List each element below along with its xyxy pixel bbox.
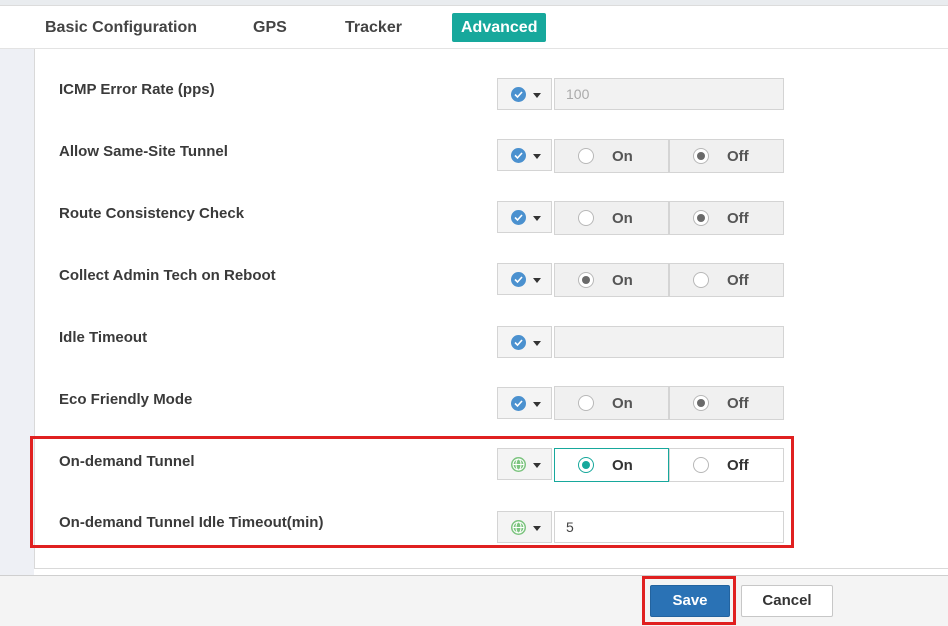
radio-label: Off [727,210,749,227]
on-demand-idle-timeout-field[interactable]: 5 [554,511,784,543]
on-demand-idle-timeout-label: On-demand Tunnel Idle Timeout(min) [59,514,324,531]
on-demand-tunnel-label: On-demand Tunnel [59,453,195,470]
check-circle-icon [511,272,526,287]
tab-tracker[interactable]: Tracker [336,13,411,42]
globe-icon [511,520,526,535]
admin-tech-on-radio[interactable]: On [554,263,669,297]
radio-label: On [612,210,633,227]
radio-circle-selected [693,210,709,226]
tab-basic-configuration[interactable]: Basic Configuration [36,13,206,42]
on-demand-off-radio[interactable]: Off [669,448,784,482]
chevron-down-icon [533,341,541,346]
chevron-down-icon [533,402,541,407]
icmp-scope-dropdown[interactable] [497,78,552,110]
chevron-down-icon [533,216,541,221]
same-site-off-radio[interactable]: Off [669,139,784,173]
eco-friendly-mode-label: Eco Friendly Mode [59,391,193,408]
chevron-down-icon [533,93,541,98]
allow-same-site-tunnel-label: Allow Same-Site Tunnel [59,143,228,160]
radio-circle [578,395,594,411]
check-circle-icon [511,396,526,411]
idle-timeout-field[interactable] [554,326,784,358]
radio-circle-selected [578,272,594,288]
tab-gps[interactable]: GPS [244,13,296,42]
admin-tech-scope-dropdown[interactable] [497,263,552,295]
radio-label: Off [727,395,749,412]
same-site-on-radio[interactable]: On [554,139,669,173]
icmp-error-rate-field[interactable]: 100 [554,78,784,110]
on-demand-scope-dropdown[interactable] [497,448,552,480]
radio-label: Off [727,457,749,474]
content-left-border [34,49,35,569]
idle-timeout-scope-dropdown[interactable] [497,326,552,358]
radio-label: On [612,272,633,289]
icmp-error-rate-label: ICMP Error Rate (pps) [59,81,215,98]
tab-bar: Basic Configuration GPS Tracker Advanced [0,6,948,49]
cancel-button[interactable]: Cancel [741,585,833,617]
globe-icon [511,457,526,472]
check-circle-icon [511,87,526,102]
left-gutter [0,49,34,575]
radio-circle-selected [693,395,709,411]
radio-circle [693,457,709,473]
on-demand-on-radio[interactable]: On [554,448,669,482]
chevron-down-icon [533,278,541,283]
chevron-down-icon [533,526,541,531]
radio-label: On [612,457,633,474]
radio-circle [578,210,594,226]
radio-label: On [612,395,633,412]
save-button[interactable]: Save [650,585,730,617]
on-demand-timeout-scope-dropdown[interactable] [497,511,552,543]
route-consistency-check-label: Route Consistency Check [59,205,245,222]
route-check-on-radio[interactable]: On [554,201,669,235]
radio-circle-selected [693,148,709,164]
route-check-off-radio[interactable]: Off [669,201,784,235]
radio-label: Off [727,272,749,289]
eco-off-radio[interactable]: Off [669,386,784,420]
tab-advanced[interactable]: Advanced [452,13,547,42]
admin-tech-off-radio[interactable]: Off [669,263,784,297]
route-check-scope-dropdown[interactable] [497,201,552,233]
eco-scope-dropdown[interactable] [497,387,552,419]
check-circle-icon [511,335,526,350]
idle-timeout-label: Idle Timeout [59,329,148,346]
chevron-down-icon [533,154,541,159]
chevron-down-icon [533,463,541,468]
check-circle-icon [511,210,526,225]
radio-circle-selected [578,457,594,473]
same-site-scope-dropdown[interactable] [497,139,552,171]
check-circle-icon [511,148,526,163]
radio-label: Off [727,148,749,165]
radio-label: On [612,148,633,165]
collect-admin-tech-label: Collect Admin Tech on Reboot [59,267,276,284]
content-bottom-border [34,568,948,569]
eco-on-radio[interactable]: On [554,386,669,420]
radio-circle [578,148,594,164]
radio-circle [693,272,709,288]
